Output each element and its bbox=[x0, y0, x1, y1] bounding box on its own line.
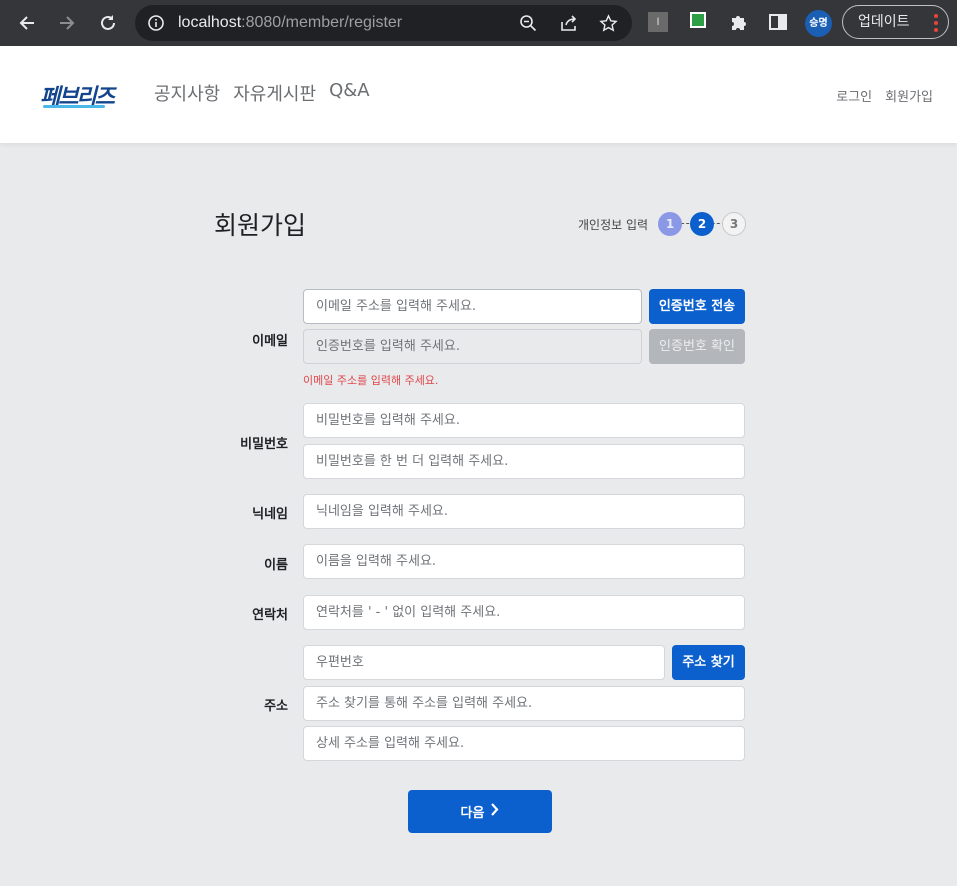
name-input[interactable] bbox=[303, 544, 745, 579]
next-button[interactable]: 다음 bbox=[408, 790, 552, 833]
nav-qna[interactable]: Q&A bbox=[329, 80, 370, 106]
logo-accent bbox=[43, 105, 105, 108]
password-confirm-input[interactable] bbox=[303, 444, 745, 479]
site-header: 페브리즈 공지사항 자유게시판 Q&A 로그인 회원가입 bbox=[0, 46, 957, 143]
send-code-button[interactable]: 인증번호 전송 bbox=[649, 289, 745, 324]
zoom-out-icon[interactable] bbox=[519, 14, 537, 36]
phone-label: 연락처 bbox=[252, 608, 288, 623]
phone-input[interactable] bbox=[303, 595, 745, 630]
address-input[interactable] bbox=[303, 686, 745, 721]
bookmark-star-icon[interactable] bbox=[599, 14, 618, 37]
profile-avatar[interactable]: 승명 bbox=[805, 10, 832, 37]
info-icon[interactable] bbox=[147, 14, 165, 36]
more-menu-icon[interactable] bbox=[933, 13, 939, 45]
nav-free-board[interactable]: 자유게시판 bbox=[233, 80, 316, 106]
url-text: localhost:8080/member/register bbox=[178, 14, 403, 31]
extension-green-icon[interactable] bbox=[690, 12, 706, 28]
back-icon[interactable] bbox=[13, 9, 41, 37]
side-panel-icon[interactable] bbox=[768, 12, 788, 36]
nickname-input[interactable] bbox=[303, 494, 745, 529]
page-title: 회원가입 bbox=[214, 211, 307, 240]
step-2: 2 bbox=[690, 212, 714, 236]
browser-toolbar: localhost:8080/member/register I 승명 업데이트 bbox=[0, 0, 957, 46]
address-search-button[interactable]: 주소 찾기 bbox=[672, 645, 745, 680]
login-link[interactable]: 로그인 bbox=[836, 86, 872, 105]
update-button[interactable]: 업데이트 bbox=[842, 5, 949, 39]
share-icon[interactable] bbox=[559, 14, 579, 36]
nav-notice[interactable]: 공지사항 bbox=[154, 80, 220, 106]
step-label: 개인정보 입력 bbox=[578, 218, 649, 232]
name-label: 이름 bbox=[264, 558, 288, 573]
zip-code-input[interactable] bbox=[303, 645, 665, 680]
password-input[interactable] bbox=[303, 403, 745, 438]
step-1: 1 bbox=[658, 212, 682, 236]
email-error-message: 이메일 주소를 입력해 주세요. bbox=[303, 374, 439, 387]
address-bar[interactable]: localhost:8080/member/register bbox=[135, 5, 632, 41]
step-indicator: 1 2 3 bbox=[658, 212, 748, 236]
extensions-puzzle-icon[interactable] bbox=[729, 12, 749, 36]
main-nav: 공지사항 자유게시판 Q&A bbox=[154, 80, 370, 106]
address-detail-input[interactable] bbox=[303, 726, 745, 761]
confirm-code-button[interactable]: 인증번호 확인 bbox=[649, 329, 745, 364]
step-3: 3 bbox=[722, 212, 746, 236]
chevron-right-icon bbox=[490, 803, 499, 820]
email-input[interactable] bbox=[303, 289, 642, 324]
email-label: 이메일 bbox=[252, 334, 288, 349]
address-label: 주소 bbox=[264, 699, 288, 714]
site-logo[interactable]: 페브리즈 bbox=[40, 79, 115, 111]
extension-icon[interactable]: I bbox=[648, 12, 668, 32]
signup-link[interactable]: 회원가입 bbox=[885, 86, 933, 105]
nickname-label: 닉네임 bbox=[252, 507, 288, 522]
verification-code-input[interactable] bbox=[303, 329, 642, 364]
reload-icon[interactable] bbox=[94, 9, 122, 37]
password-label: 비밀번호 bbox=[240, 437, 288, 452]
user-nav: 로그인 회원가입 bbox=[836, 86, 933, 105]
forward-icon[interactable] bbox=[53, 9, 81, 37]
